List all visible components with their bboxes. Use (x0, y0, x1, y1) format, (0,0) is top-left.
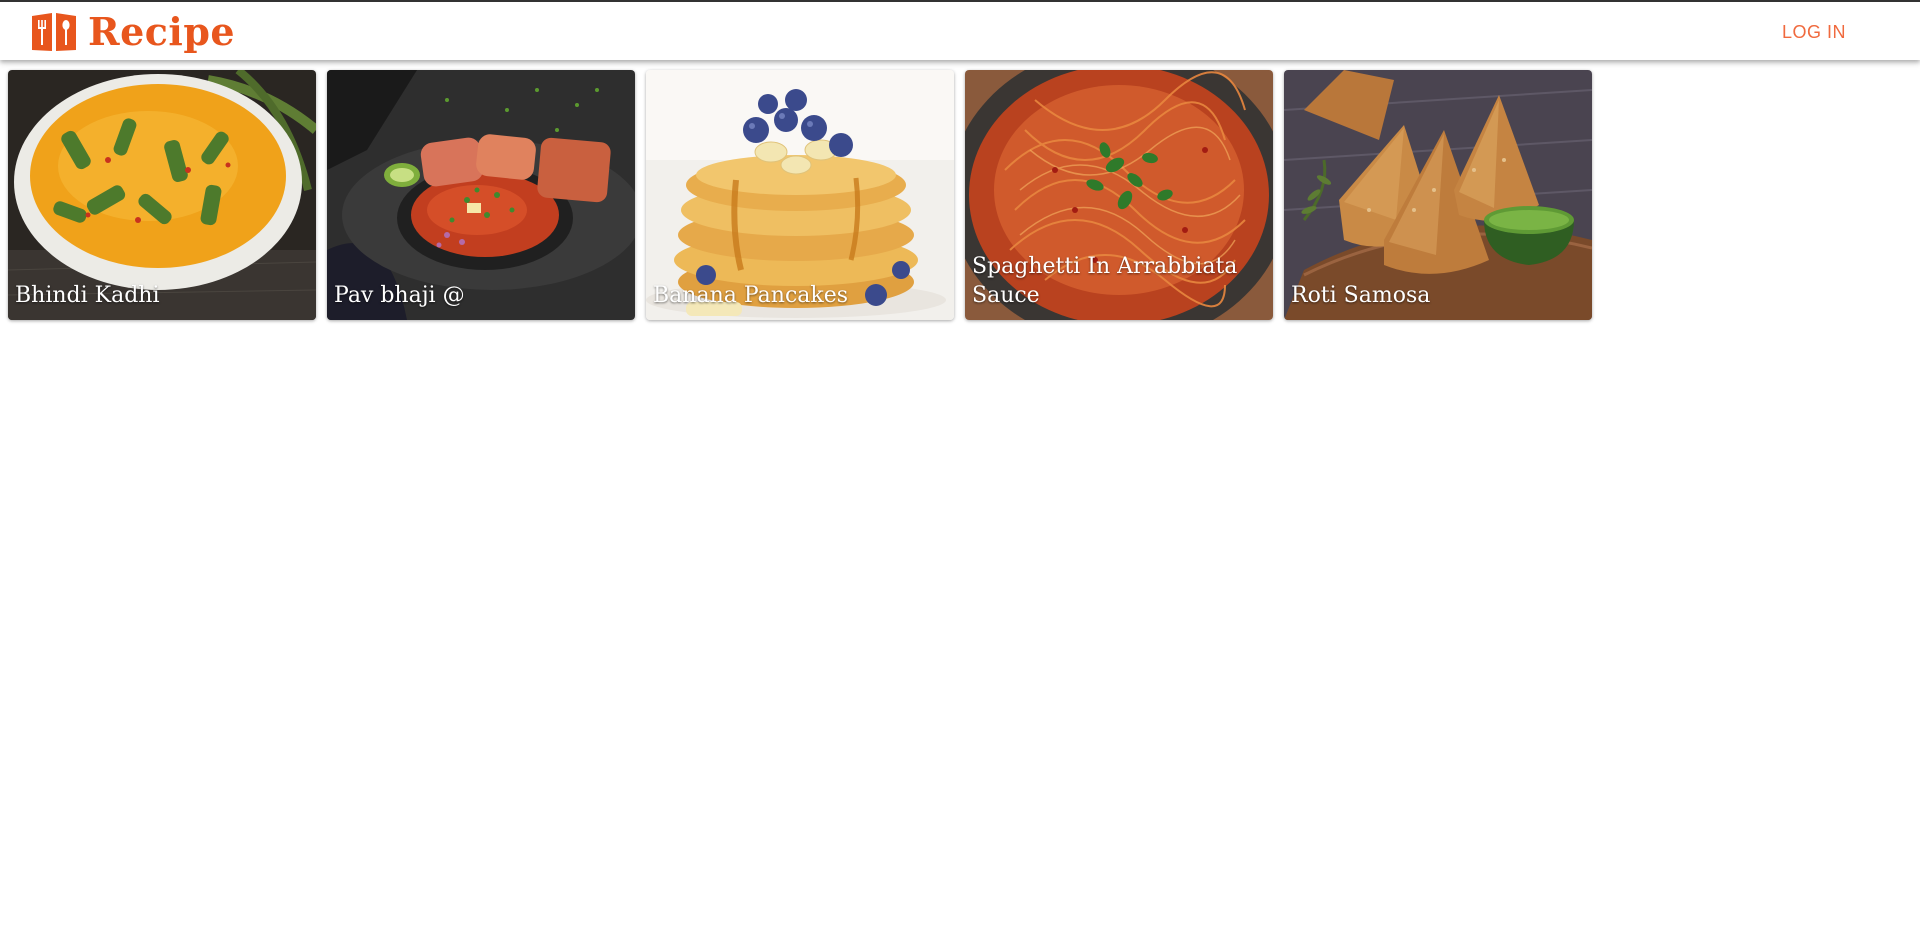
recipe-title: Bhindi Kadhi (15, 283, 160, 308)
recipe-title: Roti Samosa (1291, 283, 1431, 308)
recipe-title: Pav bhaji @ (334, 283, 465, 308)
login-button[interactable]: LOG IN (1768, 12, 1860, 52)
recipe-card-bhindi-kadhi[interactable]: Bhindi Kadhi (8, 70, 316, 320)
recipe-title: Banana Pancakes (653, 283, 849, 308)
recipe-grid: Bhindi Kadhi Pav bhaji @ Banana Pancakes… (8, 70, 1592, 320)
app-bar: Recipe LOG IN (0, 0, 1920, 60)
recipe-card-spaghetti-arrabbiata[interactable]: Spaghetti In Arrabbiata Sauce (965, 70, 1273, 320)
recipe-card-banana-pancakes[interactable]: Banana Pancakes (646, 70, 954, 320)
recipe-card-pav-bhaji[interactable]: Pav bhaji @ (327, 70, 635, 320)
recipe-title: Spaghetti In Arrabbiata Sauce (972, 254, 1238, 308)
brand-title: Recipe (88, 9, 236, 54)
recipe-book-icon (32, 13, 76, 51)
brand-link[interactable]: Recipe (30, 10, 235, 54)
recipe-card-roti-samosa[interactable]: Roti Samosa (1284, 70, 1592, 320)
